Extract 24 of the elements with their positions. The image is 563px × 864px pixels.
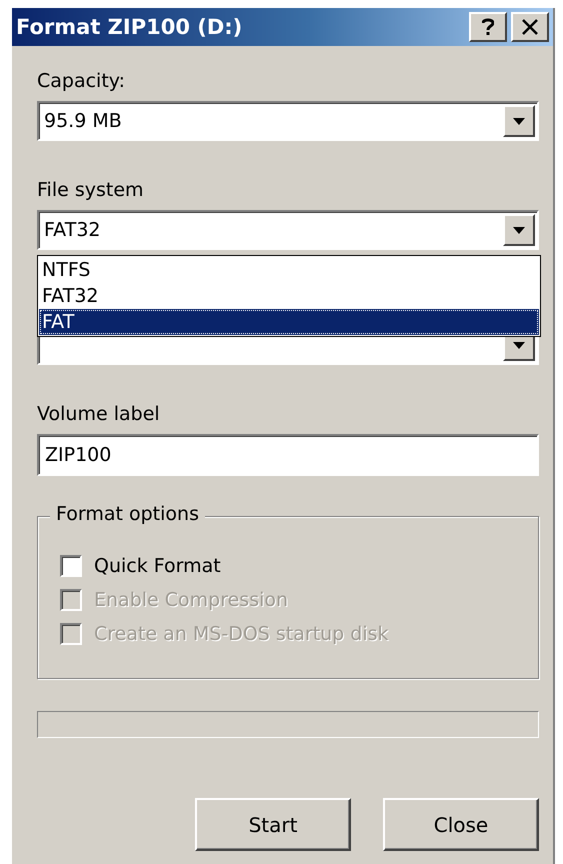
capacity-dropdown[interactable]: 95.9 MB — [37, 101, 539, 141]
checkbox[interactable] — [60, 555, 82, 577]
field-label: Capacity: — [37, 70, 126, 92]
window-title: Format ZIP100 (D:) — [16, 15, 244, 39]
field-label: File system — [37, 179, 144, 201]
close-button[interactable] — [511, 12, 549, 42]
dropdown-option[interactable]: FAT — [39, 309, 539, 335]
dropdown-arrow-icon — [513, 226, 525, 234]
file-system-dropdown[interactable]: FAT32 — [37, 210, 539, 250]
field-label: Volume label — [37, 403, 160, 425]
close-icon — [522, 19, 538, 35]
help-button[interactable] — [469, 12, 507, 42]
dropdown-option[interactable]: FAT32 — [39, 283, 539, 309]
volume-label-field[interactable]: ZIP100 — [37, 434, 539, 476]
dialog-button[interactable]: Start — [195, 798, 351, 851]
group-title: Format options — [50, 503, 205, 525]
checkbox-label: Quick Format — [94, 555, 221, 577]
dropdown-option[interactable]: NTFS — [39, 257, 539, 283]
dropdown-button[interactable] — [503, 214, 535, 246]
help-icon — [482, 18, 494, 36]
dropdown-arrow-icon — [513, 118, 525, 124]
dropdown-arrow-icon — [513, 342, 525, 348]
dropdown-button[interactable] — [503, 105, 535, 137]
dialog-button[interactable]: Close — [383, 798, 539, 851]
